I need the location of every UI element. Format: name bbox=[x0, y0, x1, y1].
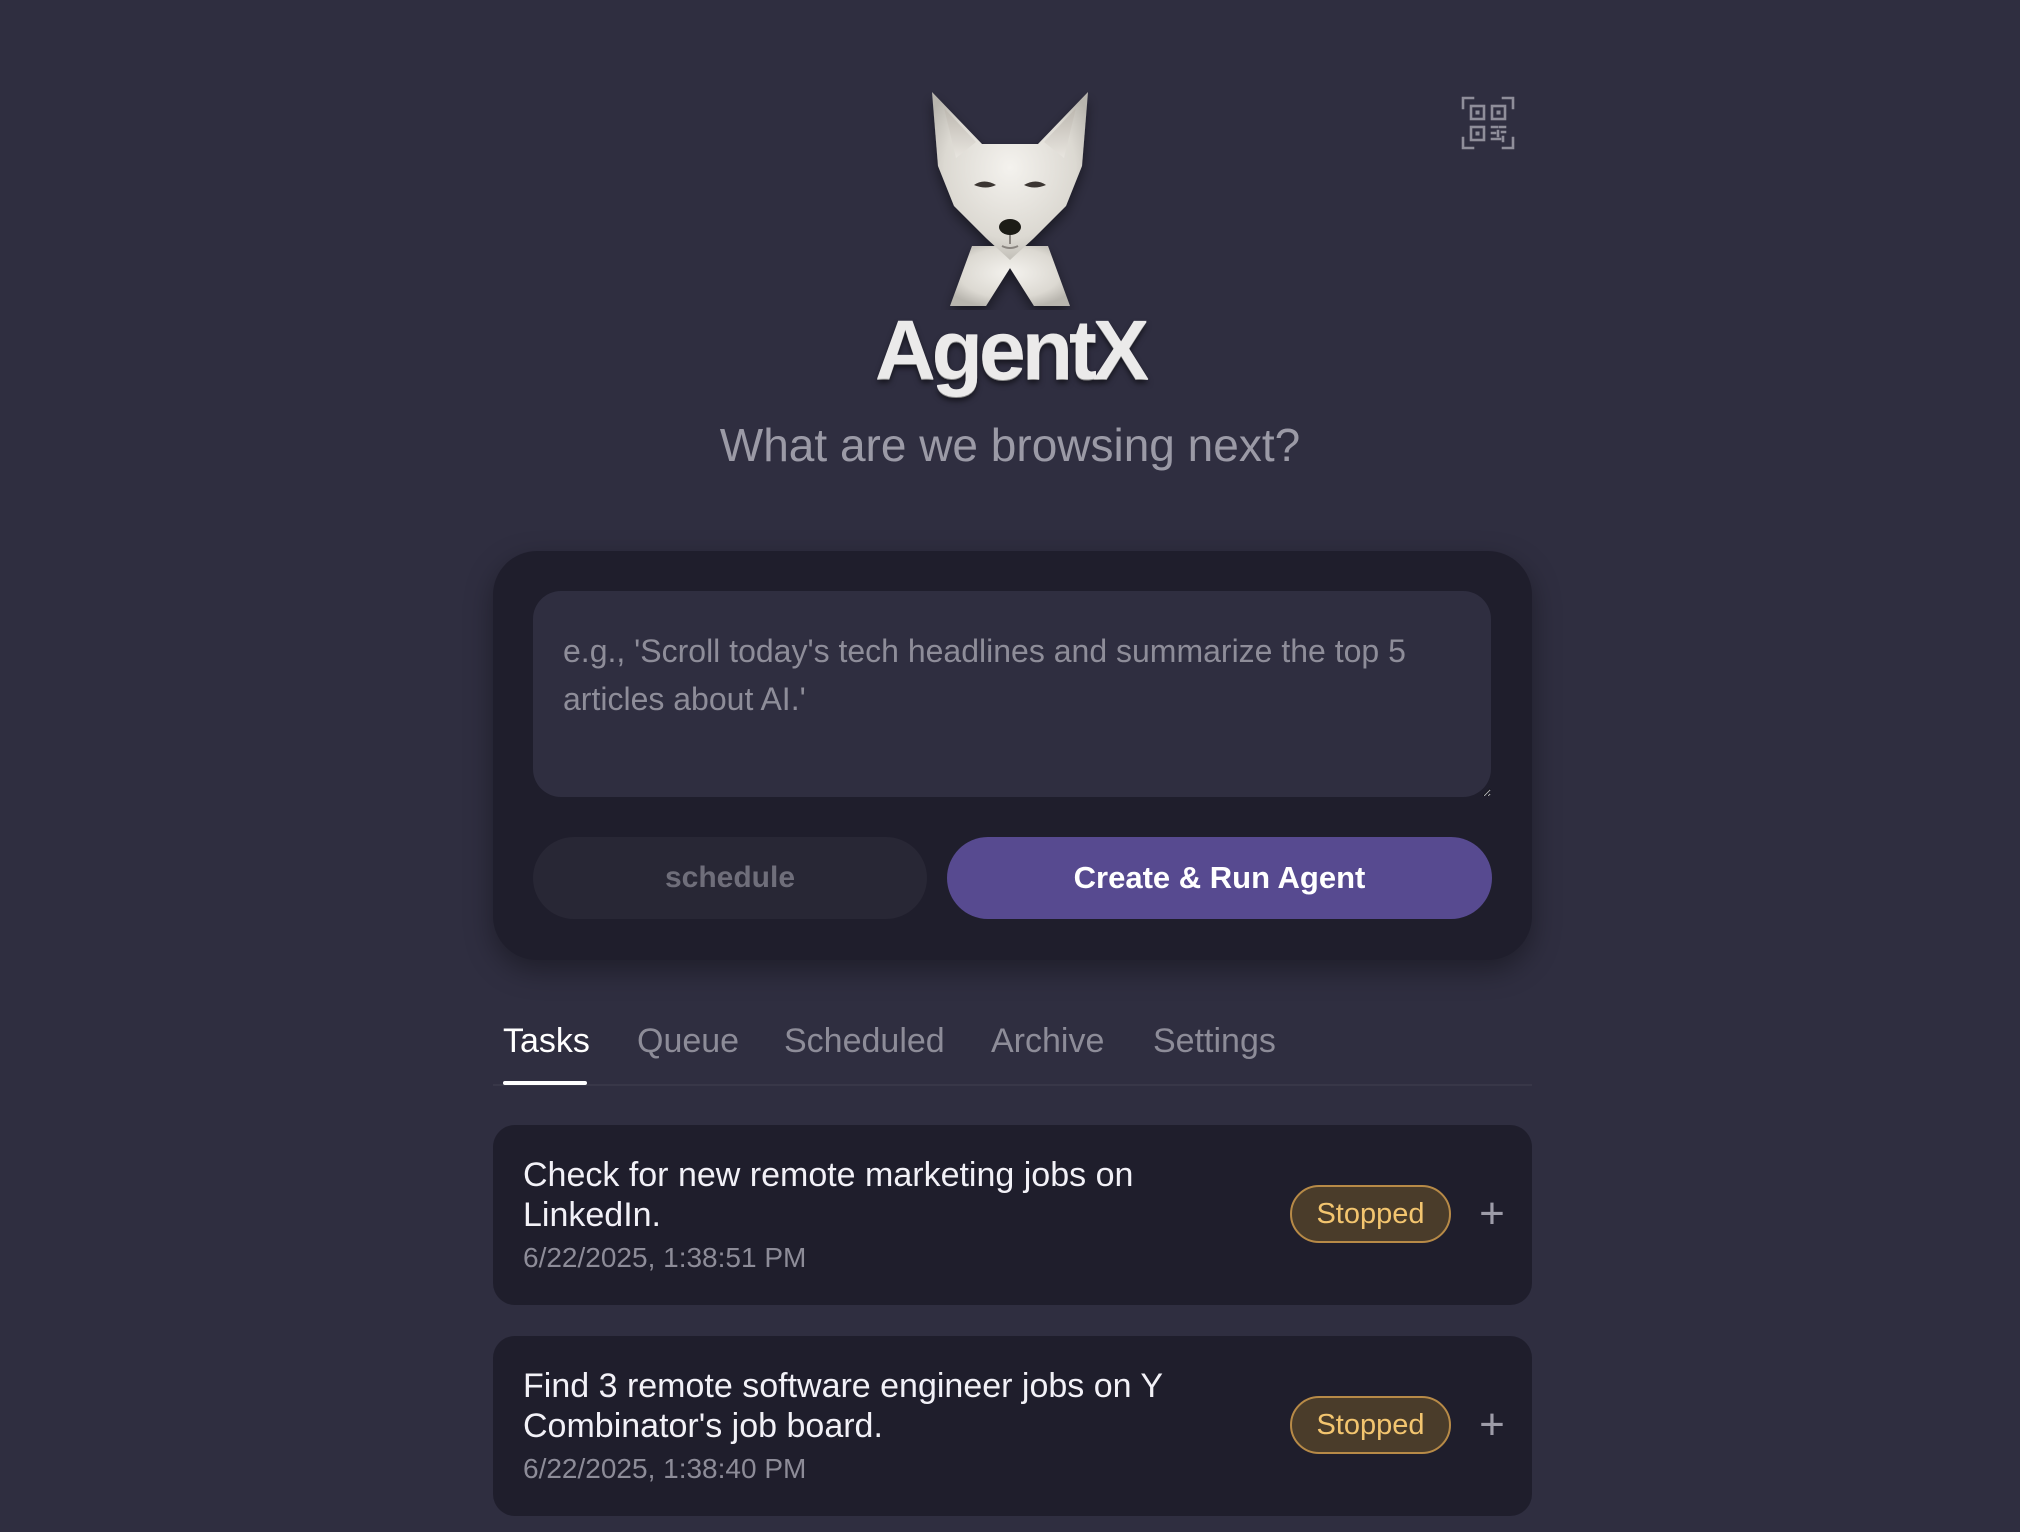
agent-composer-card: schedule Create & Run Agent bbox=[493, 551, 1532, 960]
tab-queue[interactable]: Queue bbox=[637, 1022, 739, 1061]
agentx-page: AgentX What are we browsing next? schedu… bbox=[0, 0, 2020, 1532]
task-title: Find 3 remote software engineer jobs on … bbox=[523, 1367, 1163, 1445]
fox-logo-icon bbox=[932, 92, 1088, 306]
task-title: Check for new remote marketing jobs on L… bbox=[523, 1156, 1134, 1234]
task-timestamp: 6/22/2025, 1:38:40 PM bbox=[523, 1453, 807, 1484]
task-card[interactable]: Find 3 remote software engineer jobs on … bbox=[493, 1336, 1532, 1516]
agent-prompt-input[interactable] bbox=[533, 591, 1491, 797]
schedule-button[interactable]: schedule bbox=[533, 837, 927, 919]
tab-archive[interactable]: Archive bbox=[991, 1022, 1104, 1061]
tab-bar: Tasks Queue Scheduled Archive Settings bbox=[493, 1008, 1532, 1086]
tab-tasks[interactable]: Tasks bbox=[503, 1022, 590, 1061]
create-run-agent-button[interactable]: Create & Run Agent bbox=[947, 837, 1492, 919]
task-card[interactable]: Check for new remote marketing jobs on L… bbox=[493, 1125, 1532, 1305]
status-badge: Stopped bbox=[1290, 1396, 1451, 1454]
page-subtitle: What are we browsing next? bbox=[719, 419, 1301, 471]
status-badge: Stopped bbox=[1290, 1185, 1451, 1243]
tab-settings[interactable]: Settings bbox=[1153, 1022, 1276, 1061]
tab-scheduled[interactable]: Scheduled bbox=[784, 1022, 945, 1061]
plus-icon[interactable]: + bbox=[1469, 1400, 1515, 1450]
plus-icon[interactable]: + bbox=[1469, 1189, 1515, 1239]
logo-container bbox=[0, 88, 2020, 315]
task-timestamp: 6/22/2025, 1:38:51 PM bbox=[523, 1242, 807, 1273]
active-tab-indicator bbox=[503, 1081, 587, 1085]
brand-title: AgentX bbox=[875, 303, 1149, 397]
